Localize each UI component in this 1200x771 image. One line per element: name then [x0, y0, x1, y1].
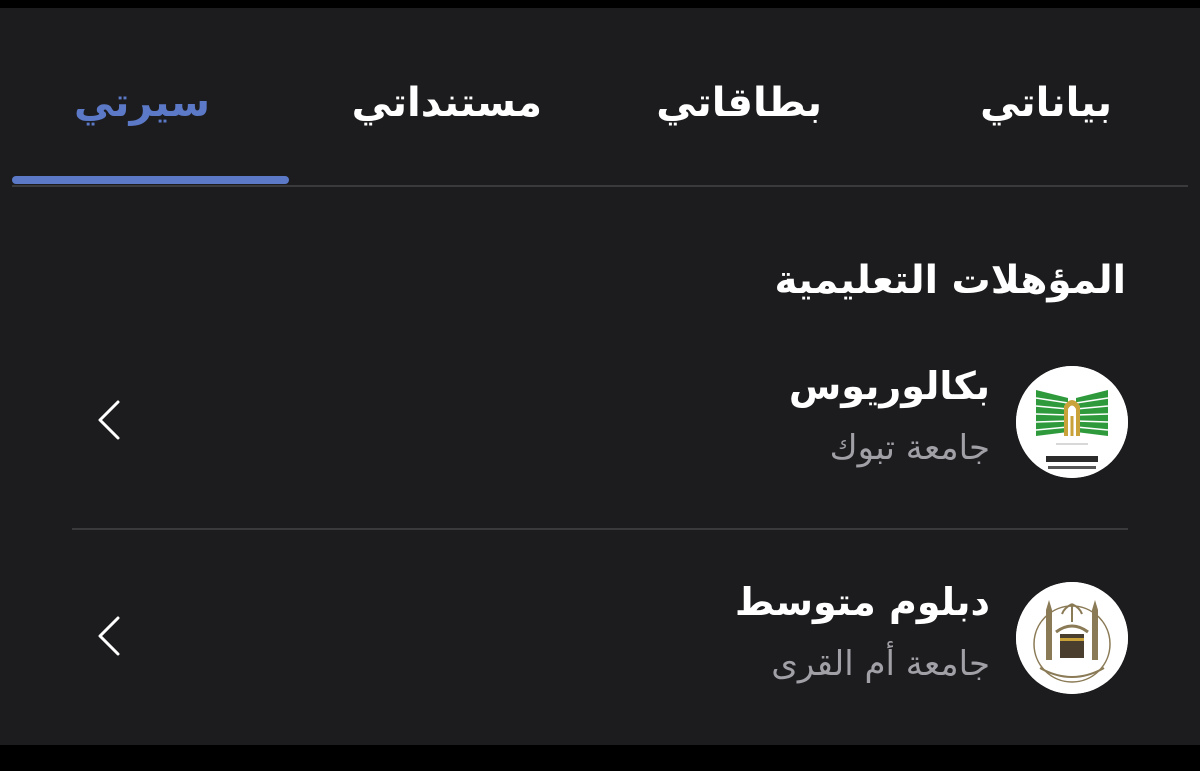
university-of-tabuk-logo	[1016, 366, 1128, 478]
degree-title: دبلوم متوسط	[734, 580, 990, 624]
institution-name: جامعة تبوك	[829, 428, 990, 468]
tab-my-documents[interactable]: مستنداتي	[352, 80, 542, 126]
active-tab-indicator	[12, 176, 289, 184]
tab-my-resume[interactable]: سيرتي	[74, 80, 210, 126]
institution-name: جامعة أم القرى	[771, 644, 990, 684]
tab-my-data[interactable]: بياناتي	[980, 80, 1112, 126]
tab-bar: بياناتي بطاقاتي مستنداتي سيرتي	[0, 8, 1200, 194]
tab-bar-divider	[12, 185, 1188, 187]
qualification-row-diploma[interactable]: دبلوم متوسط جامعة أم القرى	[72, 560, 1128, 720]
tab-my-cards[interactable]: بطاقاتي	[656, 80, 822, 126]
umm-al-qura-university-logo	[1016, 582, 1128, 694]
qualifications-screen: بياناتي بطاقاتي مستنداتي سيرتي المؤهلات …	[0, 8, 1200, 745]
row-divider	[72, 528, 1128, 530]
chevron-left-icon[interactable]	[94, 396, 126, 444]
section-title: المؤهلات التعليمية	[774, 258, 1126, 303]
qualification-row-bachelor[interactable]: بكالوريوس جامعة تبوك	[72, 344, 1128, 504]
degree-title: بكالوريوس	[788, 364, 990, 408]
chevron-left-icon[interactable]	[94, 612, 126, 660]
